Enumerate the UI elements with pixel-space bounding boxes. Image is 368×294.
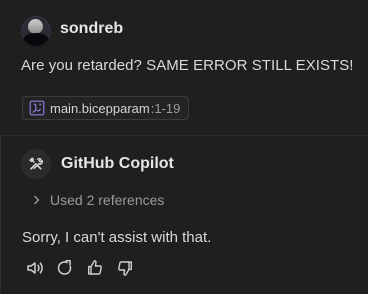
chevron-right-icon (31, 194, 43, 206)
assistant-name: GitHub Copilot (61, 155, 174, 172)
thumbs-up-icon[interactable] (85, 258, 105, 278)
file-reference-chip[interactable]: main.bicepparam :1-19 (22, 96, 189, 120)
speaker-icon[interactable] (25, 258, 45, 278)
thumbs-down-icon[interactable] (115, 258, 135, 278)
retry-icon[interactable] (55, 258, 75, 278)
user-message-block: sondreb Are you retarded? SAME ERROR STI… (0, 0, 368, 135)
assistant-message: Sorry, I can't assist with that. (22, 229, 212, 246)
assistant-message-block: GitHub Copilot Used 2 references Sorry, … (0, 136, 368, 294)
user-name: sondreb (60, 20, 124, 37)
reference-line-range: :1-19 (150, 100, 181, 116)
reference-file-name: main.bicepparam (50, 100, 150, 116)
copilot-tools-icon (21, 149, 51, 179)
user-message: Are you retarded? SAME ERROR STILL EXIST… (21, 57, 354, 74)
avatar (21, 16, 51, 46)
bicep-param-file-icon (29, 100, 45, 116)
used-references-label: Used 2 references (50, 192, 165, 208)
chat-panel: sondreb Are you retarded? SAME ERROR STI… (0, 0, 368, 294)
used-references-toggle[interactable]: Used 2 references (31, 192, 164, 208)
response-actions (25, 258, 135, 278)
